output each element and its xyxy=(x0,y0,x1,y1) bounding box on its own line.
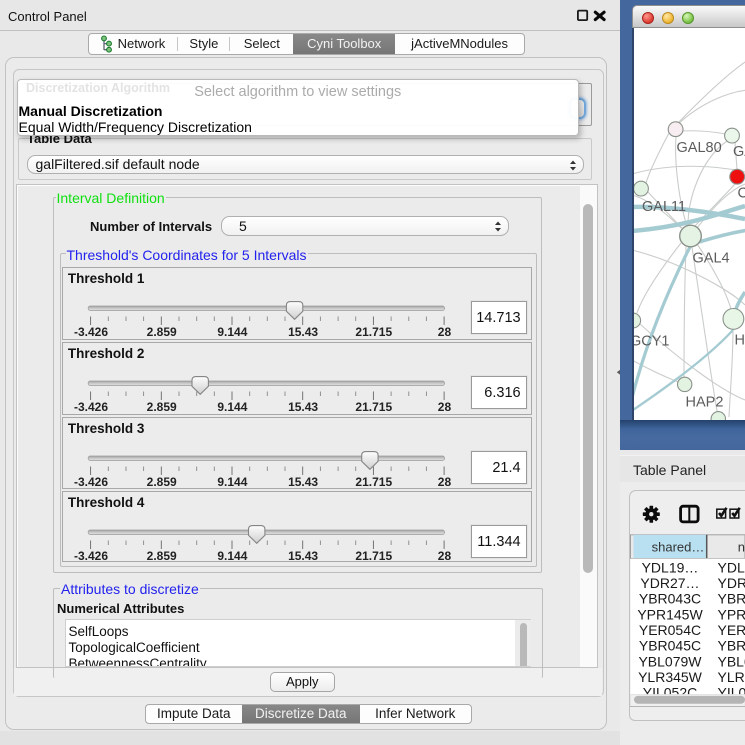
svg-text:YER054C: YER054C xyxy=(639,622,701,638)
svg-text:GAL11: GAL11 xyxy=(642,199,686,215)
svg-text:YBR045C: YBR045C xyxy=(639,638,701,654)
svg-text:YDL1: YDL1 xyxy=(718,559,745,575)
svg-text:YER0: YER0 xyxy=(718,622,745,638)
svg-text:GAL80: GAL80 xyxy=(677,140,722,156)
svg-text:YPR145W: YPR145W xyxy=(637,606,703,622)
svg-text:YBL079W: YBL079W xyxy=(638,653,702,669)
svg-text:YDR2: YDR2 xyxy=(718,575,745,591)
svg-text:YDR27…: YDR27… xyxy=(640,575,699,591)
svg-text:shared…: shared… xyxy=(652,540,705,555)
svg-text:C: C xyxy=(738,186,745,202)
svg-text:YBL0: YBL0 xyxy=(718,653,745,669)
svg-text:GCY1: GCY1 xyxy=(632,334,670,350)
svg-text:YLR3: YLR3 xyxy=(718,669,745,685)
svg-text:YBR043C: YBR043C xyxy=(639,591,701,607)
svg-text:YBR0: YBR0 xyxy=(718,638,745,654)
svg-text:YPR1: YPR1 xyxy=(718,606,745,622)
svg-text:GA: GA xyxy=(733,144,745,160)
svg-text:YBR0: YBR0 xyxy=(718,591,745,607)
svg-text:HAP2: HAP2 xyxy=(686,395,724,411)
svg-text:H: H xyxy=(735,333,745,349)
svg-text:nam: nam xyxy=(738,540,745,555)
svg-text:YLR345W: YLR345W xyxy=(638,669,703,685)
svg-text:YDL19…: YDL19… xyxy=(642,559,699,575)
svg-text:GAL4: GAL4 xyxy=(693,251,730,267)
